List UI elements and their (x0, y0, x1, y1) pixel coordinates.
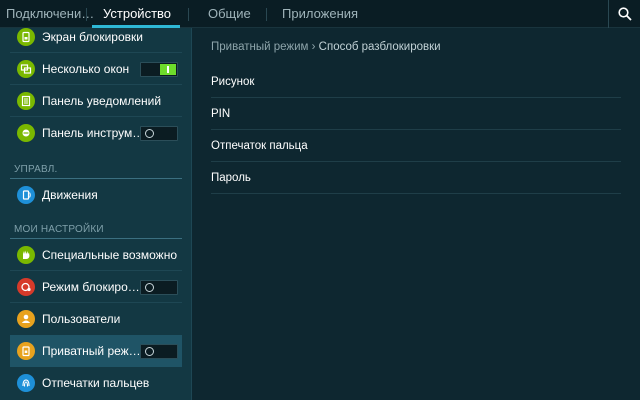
sidebar-item-motion[interactable]: Движения (10, 179, 182, 211)
sidebar-item-label: Несколько окон (42, 62, 130, 76)
sidebar-item-label: Специальные возможно… (42, 248, 178, 262)
unlock-option-password[interactable]: Пароль (211, 162, 621, 194)
breadcrumb: Приватный режим › Способ разблокировки (211, 41, 441, 53)
tab-applications[interactable]: Приложения (282, 0, 358, 28)
blocking-mode-toggle[interactable] (140, 280, 178, 295)
sidebar-item-label: Приватный реж… (42, 344, 141, 358)
toggle-on-mark (167, 66, 169, 73)
sidebar-item-label: Панель инструм… (42, 126, 142, 140)
sidebar-item-private-mode[interactable]: Приватный реж… (10, 335, 182, 367)
toolbox-toggle[interactable] (140, 126, 178, 141)
breadcrumb-parent[interactable]: Приватный режим (211, 41, 308, 53)
sidebar-item-users[interactable]: Пользователи (10, 303, 182, 335)
tab-separator (266, 8, 267, 21)
lockscreen-icon (17, 28, 35, 46)
search-icon (618, 7, 632, 21)
sidebar-item-label: Режим блокиро… (42, 280, 140, 294)
breadcrumb-current: Способ разблокировки (318, 41, 441, 53)
sidebar-item-blocking-mode[interactable]: Режим блокиро… (10, 271, 182, 303)
multiwindow-toggle[interactable] (140, 62, 178, 77)
sidebar-item-toolbox[interactable]: Панель инструм… (10, 117, 182, 149)
option-label: PIN (211, 108, 231, 120)
toggle-off-mark (145, 283, 154, 292)
option-label: Пароль (211, 172, 251, 184)
sidebar-item-label: Экран блокировки (42, 30, 143, 44)
sidebar-item-label: Панель уведомлений (42, 94, 162, 108)
motion-icon (17, 186, 35, 204)
users-icon (17, 310, 35, 328)
option-label: Рисунок (211, 76, 255, 88)
option-label: Отпечаток пальца (211, 140, 308, 152)
tab-separator (188, 8, 189, 21)
tab-separator (86, 8, 87, 21)
settings-sidebar: Экран блокировки Несколько окон Панель у… (0, 28, 192, 400)
sidebar-item-multiwindow[interactable]: Несколько окон (10, 53, 182, 85)
tab-general[interactable]: Общие (208, 0, 251, 28)
sidebar-item-accessibility[interactable]: Специальные возможно… (10, 239, 182, 271)
blocking-mode-icon (17, 278, 35, 296)
accessibility-icon (17, 246, 35, 264)
toggle-off-mark (145, 347, 154, 356)
breadcrumb-separator: › (311, 41, 316, 53)
sidebar-item-label: Пользователи (42, 312, 121, 326)
sidebar-item-lockscreen[interactable]: Экран блокировки (10, 21, 182, 53)
divider (211, 193, 621, 194)
fingerprint-icon (17, 374, 35, 392)
main-panel: Приватный режим › Способ разблокировки Р… (193, 28, 640, 400)
unlock-option-fingerprint[interactable]: Отпечаток пальца (211, 130, 621, 162)
sidebar-item-label: Движения (42, 188, 98, 202)
section-header-my-settings: МОИ НАСТРОЙКИ (14, 224, 104, 235)
notification-panel-icon (17, 92, 35, 110)
toolbox-icon (17, 124, 35, 142)
unlock-option-pattern[interactable]: Рисунок (211, 66, 621, 98)
private-mode-toggle[interactable] (140, 344, 178, 359)
toggle-off-mark (145, 129, 154, 138)
unlock-option-pin[interactable]: PIN (211, 98, 621, 130)
multiwindow-icon (17, 60, 35, 78)
sidebar-item-fingerprints[interactable]: Отпечатки пальцев (10, 367, 182, 399)
sidebar-item-label: Отпечатки пальцев (42, 376, 150, 390)
private-mode-icon (17, 342, 35, 360)
sidebar-item-notification-panel[interactable]: Панель уведомлений (10, 85, 182, 117)
search-button[interactable] (608, 0, 640, 28)
section-header-control: УПРАВЛ. (14, 164, 58, 175)
